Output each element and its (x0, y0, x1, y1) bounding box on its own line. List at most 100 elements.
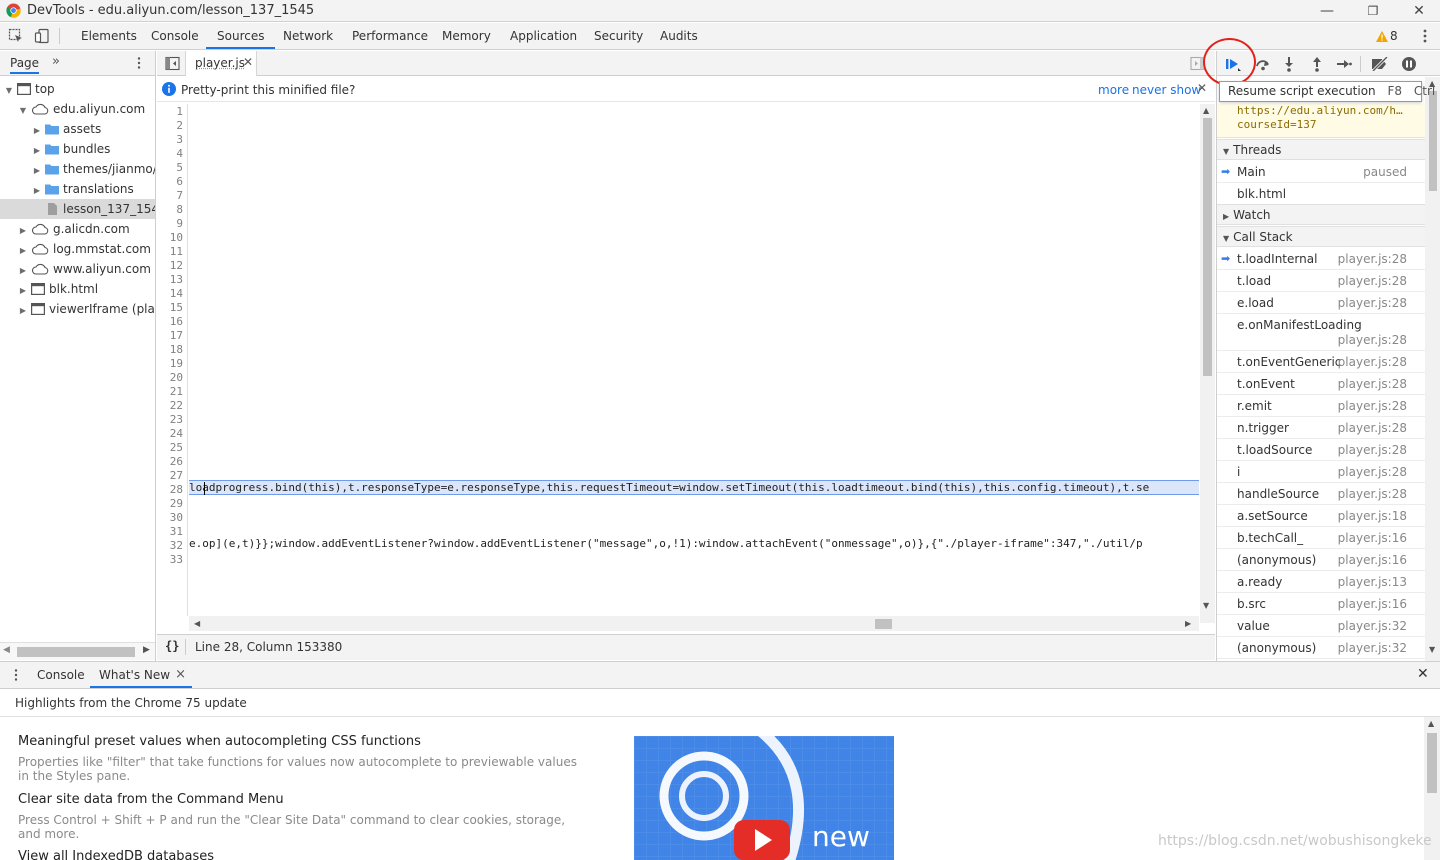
line-gutter[interactable]: 1 2 3 4 5 6 7 8 9 10 11 12 13 14 15 16 17 18 19 20 21 22 23 24 2… (157, 104, 188, 616)
line-number[interactable]: 19 (170, 357, 183, 371)
call-frame[interactable]: t.onEventGeneric player.js:28 (1217, 351, 1425, 373)
line-number[interactable]: 31 (170, 525, 183, 539)
call-frame[interactable]: e.onManifestLoading player.js:28 (1217, 314, 1425, 351)
collapse-triangle-icon[interactable]: ▶ (18, 221, 28, 239)
line-number[interactable]: 1 (176, 105, 183, 119)
line-number[interactable]: 4 (176, 147, 183, 161)
collapse-triangle-icon[interactable]: ▶ (32, 121, 42, 139)
call-frame[interactable]: b.src player.js:16 (1217, 593, 1425, 615)
line-number[interactable]: 12 (170, 259, 183, 273)
tab-network[interactable]: Network (272, 23, 344, 49)
drawer-menu-icon[interactable] (10, 668, 22, 682)
call-frame[interactable]: e.load player.js:28 (1217, 292, 1425, 314)
line-number[interactable]: 21 (170, 385, 183, 399)
navigator-menu-icon[interactable] (132, 56, 146, 70)
tree-item[interactable]: ▶ log.mmstat.com (0, 239, 155, 259)
step-over-button[interactable] (1253, 54, 1273, 74)
line-number[interactable]: 16 (170, 315, 183, 329)
threads-section-header[interactable]: ▼ Threads (1217, 139, 1425, 160)
line-number[interactable]: 8 (176, 203, 183, 217)
debugger-vscroll-thumb[interactable] (1429, 91, 1437, 191)
code-area[interactable]: 1 2 3 4 5 6 7 8 9 10 11 12 13 14 15 16 17 18 19 20 21 22 23 24 2… (157, 104, 1200, 616)
scroll-thumb[interactable] (17, 647, 135, 657)
more-link[interactable]: more (1098, 83, 1129, 97)
line-number[interactable]: 10 (170, 231, 183, 245)
tab-performance[interactable]: Performance (341, 23, 439, 49)
pause-on-exceptions-button[interactable] (1399, 54, 1419, 74)
line-number[interactable]: 18 (170, 343, 183, 357)
line-number[interactable]: 6 (176, 175, 183, 189)
line-number[interactable]: 28 (170, 483, 183, 497)
line-number[interactable]: 11 (170, 245, 183, 259)
call-frame[interactable]: i player.js:28 (1217, 461, 1425, 483)
navigator-hscroll[interactable]: ◀ ▶ (0, 642, 155, 660)
scroll-left-icon[interactable]: ◀ (3, 645, 10, 655)
line-number[interactable]: 29 (170, 497, 183, 511)
tab-memory[interactable]: Memory (431, 23, 502, 49)
call-frame[interactable]: handleSource player.js:28 (1217, 483, 1425, 505)
thread-row[interactable]: blk.html (1217, 183, 1425, 205)
call-frame[interactable]: ➡ t.loadInternal player.js:28 (1217, 248, 1425, 270)
call-frame[interactable]: b.techCall_ player.js:16 (1217, 527, 1425, 549)
tab-audits[interactable]: Audits (649, 23, 709, 49)
collapse-triangle-icon[interactable]: ▶ (32, 161, 42, 179)
code-line-28[interactable]: loadprogress.bind(this),t.responseType=e… (189, 481, 1197, 495)
line-number[interactable]: 15 (170, 301, 183, 315)
line-number[interactable]: 32 (170, 539, 183, 553)
editor-hscroll[interactable]: ◀ ▶ (189, 616, 1199, 631)
step-button[interactable] (1334, 54, 1354, 74)
toggle-navigator-icon[interactable] (165, 56, 180, 71)
tree-item[interactable]: ▼ top (0, 79, 155, 99)
line-number[interactable]: 27 (170, 469, 183, 483)
line-number[interactable]: 5 (176, 161, 183, 175)
close-infobar-icon[interactable]: ✕ (1197, 81, 1207, 95)
tree-item[interactable]: ▶ viewerIframe (player (0, 299, 155, 319)
tree-item[interactable]: ▶ assets (0, 119, 155, 139)
scroll-right-icon[interactable]: ▶ (1185, 619, 1191, 628)
line-number[interactable]: 13 (170, 273, 183, 287)
file-tab-player-js[interactable]: player.js ✕ (185, 51, 257, 76)
collapse-triangle-icon[interactable]: ▶ (18, 301, 28, 319)
never-show-link[interactable]: never show (1132, 83, 1201, 97)
debugger-vscroll[interactable]: ▲ ▼ (1425, 77, 1440, 661)
step-out-button[interactable] (1307, 54, 1327, 74)
line-number[interactable]: 2 (176, 119, 183, 133)
call-frame[interactable]: (anonymous) player.js:16 (1217, 549, 1425, 571)
editor-vscroll[interactable]: ▲ ▼ (1200, 104, 1215, 623)
tree-item[interactable]: lesson_137_1545 (0, 199, 155, 219)
collapse-triangle-icon[interactable]: ▶ (18, 281, 28, 299)
collapse-triangle-icon[interactable]: ▶ (18, 241, 28, 259)
watch-section-header[interactable]: ▶ Watch (1217, 204, 1425, 225)
drawer-tab-console[interactable]: Console (28, 662, 94, 688)
close-drawer-button[interactable]: ✕ (1417, 666, 1429, 682)
more-tabs-button[interactable]: » (52, 54, 60, 69)
tree-item[interactable]: ▶ themes/jianmo/js (0, 159, 155, 179)
scroll-up-icon[interactable]: ▲ (1428, 719, 1434, 728)
call-frame[interactable]: t.load player.js:28 (1217, 270, 1425, 292)
call-frame[interactable]: t.onEvent player.js:28 (1217, 373, 1425, 395)
callstack-section-header[interactable]: ▼ Call Stack (1217, 226, 1425, 247)
tab-sources[interactable]: Sources (206, 23, 276, 49)
scroll-right-icon[interactable]: ▶ (143, 645, 150, 655)
call-frame[interactable]: a.setSource player.js:18 (1217, 505, 1425, 527)
tree-item[interactable]: ▶ www.aliyun.com (0, 259, 155, 279)
step-into-button[interactable] (1279, 54, 1299, 74)
scroll-left-icon[interactable]: ◀ (194, 619, 200, 628)
line-number[interactable]: 3 (176, 133, 183, 147)
drawer-tab-whats-new[interactable]: What's New × (90, 662, 193, 688)
line-number[interactable]: 20 (170, 371, 183, 385)
call-frame[interactable]: value player.js:32 (1217, 615, 1425, 637)
line-number[interactable]: 24 (170, 427, 183, 441)
expand-triangle-icon[interactable]: ▼ (18, 101, 28, 119)
collapse-triangle-icon[interactable]: ▶ (32, 141, 42, 159)
warnings-counter[interactable]: 8 (1376, 28, 1398, 44)
inspect-element-icon[interactable] (8, 28, 24, 44)
tab-page[interactable]: Page (10, 56, 40, 74)
line-number[interactable]: 14 (170, 287, 183, 301)
tree-item[interactable]: ▶ translations (0, 179, 155, 199)
maximize-button[interactable]: ❐ (1350, 0, 1396, 22)
call-frame[interactable]: a.ready player.js:13 (1217, 571, 1425, 593)
editor-vscroll-thumb[interactable] (1203, 118, 1212, 376)
chrome-75-banner-image[interactable]: new (634, 736, 894, 860)
scroll-up-icon[interactable]: ▲ (1203, 106, 1209, 115)
